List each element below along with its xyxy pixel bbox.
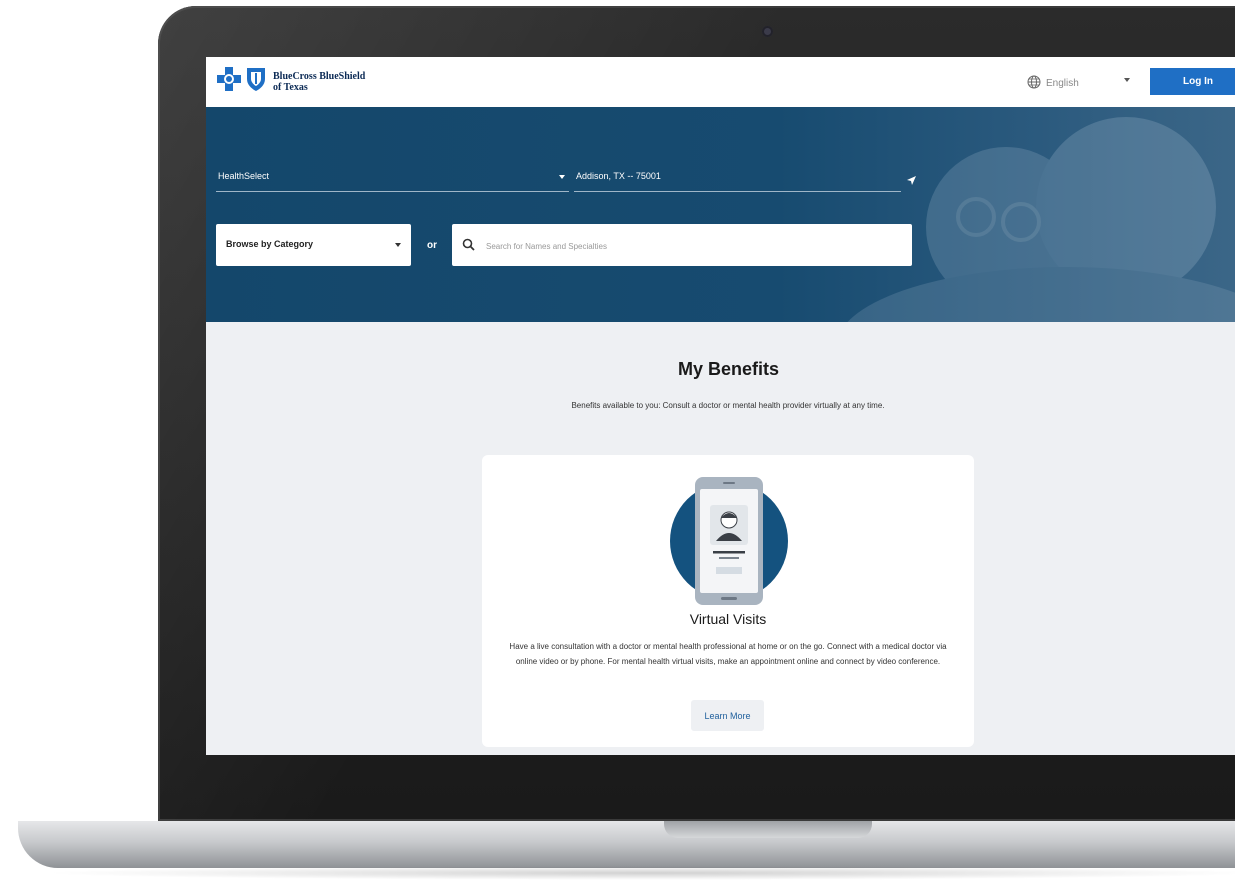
logo-line-2: of Texas <box>273 81 308 93</box>
webcam <box>762 26 773 37</box>
laptop-shadow <box>40 866 1235 880</box>
chevron-down-icon <box>559 175 565 179</box>
location-value: Addison, TX -- 75001 <box>576 171 661 181</box>
language-selector[interactable]: English <box>1027 75 1079 92</box>
laptop-screen: BlueCross BlueShield of Texas English Lo… <box>206 57 1235 755</box>
top-navigation-bar: BlueCross BlueShield of Texas English Lo… <box>206 57 1235 107</box>
shield-logo-icon <box>245 66 267 97</box>
logo-line-1: BlueCross BlueShield <box>273 70 366 82</box>
card-title: Virtual Visits <box>689 611 767 627</box>
benefits-description: Benefits available to you: Consult a doc… <box>571 401 885 410</box>
hero-background-image <box>847 117 1235 322</box>
language-label: English <box>1046 78 1079 89</box>
virtual-visits-card: Virtual Visits Have a live consultation … <box>482 455 974 747</box>
logo-wordmark: BlueCross BlueShield of Texas <box>273 71 365 93</box>
phone-doctor-icon <box>669 475 789 610</box>
plan-value: HealthSelect <box>218 171 270 181</box>
card-description: Have a live consultation with a doctor o… <box>509 642 947 666</box>
laptop-base <box>18 821 1235 868</box>
bcbs-logo[interactable]: BlueCross BlueShield of Texas <box>216 66 365 97</box>
search-icon <box>462 238 475 256</box>
plan-selector[interactable]: HealthSelect <box>216 167 569 192</box>
location-field[interactable]: Addison, TX -- 75001 <box>574 167 901 192</box>
location-arrow-icon[interactable] <box>906 173 917 191</box>
chevron-down-icon[interactable] <box>1124 78 1130 82</box>
or-separator: or <box>427 240 437 251</box>
cross-logo-icon <box>216 66 242 97</box>
globe-icon <box>1027 75 1041 92</box>
browse-label: Browse by Category <box>226 239 314 249</box>
chevron-down-icon <box>395 243 401 247</box>
learn-more-button[interactable]: Learn More <box>691 700 764 731</box>
login-button[interactable]: Log In <box>1150 68 1235 95</box>
laptop-opening-notch <box>664 821 872 838</box>
hero-search-banner: HealthSelect Addison, TX -- 75001 Browse… <box>206 107 1235 322</box>
page-title: My Benefits <box>677 359 780 379</box>
search-input[interactable] <box>484 236 898 256</box>
search-box[interactable] <box>452 224 912 266</box>
browse-by-category-dropdown[interactable]: Browse by Category <box>216 224 411 266</box>
